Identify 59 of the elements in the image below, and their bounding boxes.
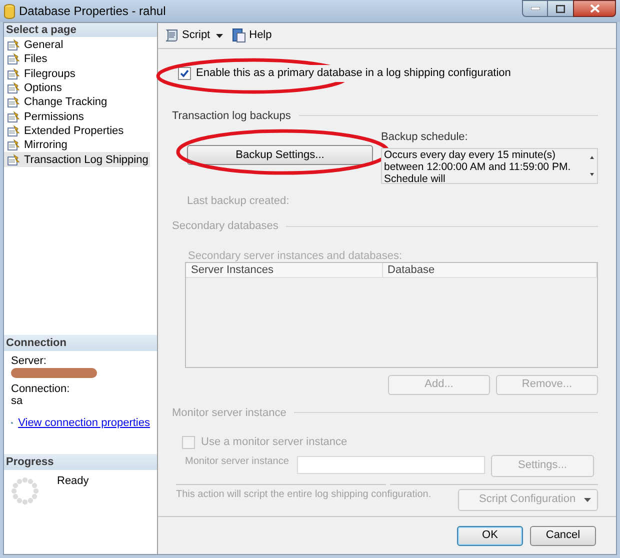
maximize-icon (556, 4, 565, 12)
close-button[interactable] (573, 0, 616, 17)
progress-spinner-icon (11, 477, 39, 505)
dropdown-caret-icon[interactable] (216, 34, 224, 38)
sidebar-item[interactable]: Filegroups (4, 66, 78, 81)
property-page-icon (7, 39, 21, 52)
property-page-icon (7, 154, 21, 166)
help-book-icon (232, 28, 246, 43)
sidebar-item[interactable]: Transaction Log Shipping (4, 152, 150, 167)
server-label: Server: (11, 355, 46, 367)
close-icon (590, 4, 600, 13)
view-connection-properties-link[interactable]: View connection properties (18, 415, 150, 432)
panel-header: Progress (4, 454, 157, 470)
connection-value: sa (11, 395, 23, 407)
panel-header: Select a page (4, 23, 157, 37)
schedule-text-box: Occurs every day every 15 minute(s) between 12:00:00 AM and 11:59:00 PM. Schedule will (381, 148, 598, 184)
maximize-button[interactable] (548, 0, 573, 17)
dialog-button[interactable]: Cancel (530, 526, 596, 546)
property-page-icon (7, 139, 21, 152)
property-page-icon (7, 96, 21, 108)
list-label: Secondary server instances and databases: (188, 250, 402, 262)
sidebar-item[interactable]: Files (4, 52, 50, 67)
last-backup-label: Last backup created: (187, 194, 290, 208)
script-button[interactable]: Script (164, 27, 210, 44)
column-header[interactable]: Database (382, 262, 597, 276)
database-icon (4, 4, 15, 18)
script-note: This action will script the entire log shipping configuration. (176, 488, 432, 502)
sidebar-item[interactable]: Options (4, 80, 64, 96)
dialog-button[interactable]: OK (457, 526, 523, 546)
minimize-icon (530, 7, 540, 10)
sidebar-item[interactable]: Permissions (4, 109, 86, 124)
property-page-icon (7, 53, 21, 66)
property-page-icon (7, 110, 21, 123)
section-heading: Monitor server instance (172, 406, 286, 420)
section-heading: Transaction log backups (172, 108, 291, 124)
window-title: Database Properties - rahul (19, 3, 166, 20)
checkbox[interactable] (178, 66, 191, 80)
column-header[interactable]: Server Instances (186, 262, 383, 276)
sidebar-item[interactable]: Extended Properties (4, 124, 126, 138)
panel-header: Connection (4, 335, 157, 351)
sidebar-item[interactable]: General (4, 38, 66, 52)
progress-status: Ready (57, 474, 89, 489)
minimize-button[interactable] (522, 0, 548, 17)
connection-label: Connection: (11, 383, 70, 395)
sidebar-item[interactable]: Change Tracking (4, 95, 110, 110)
property-page-icon (7, 82, 21, 94)
property-page-icon (7, 68, 21, 80)
checkbox-label: Enable this as a primary database in a log shipping configuration (196, 65, 511, 82)
field-label: Monitor server instance (185, 454, 290, 468)
help-button[interactable]: Help (232, 27, 272, 44)
schedule-label: Backup schedule: (381, 130, 468, 145)
button[interactable]: Backup Settings... (187, 145, 373, 165)
sidebar-item[interactable]: Mirroring (4, 138, 70, 152)
scroll-icon (164, 28, 179, 43)
dropdown-caret-icon (584, 498, 591, 502)
checkbox-label: Use a monitor server instance (201, 435, 348, 450)
section-heading: Secondary databases (172, 219, 278, 234)
check-icon (180, 68, 189, 78)
property-page-icon (7, 124, 21, 137)
